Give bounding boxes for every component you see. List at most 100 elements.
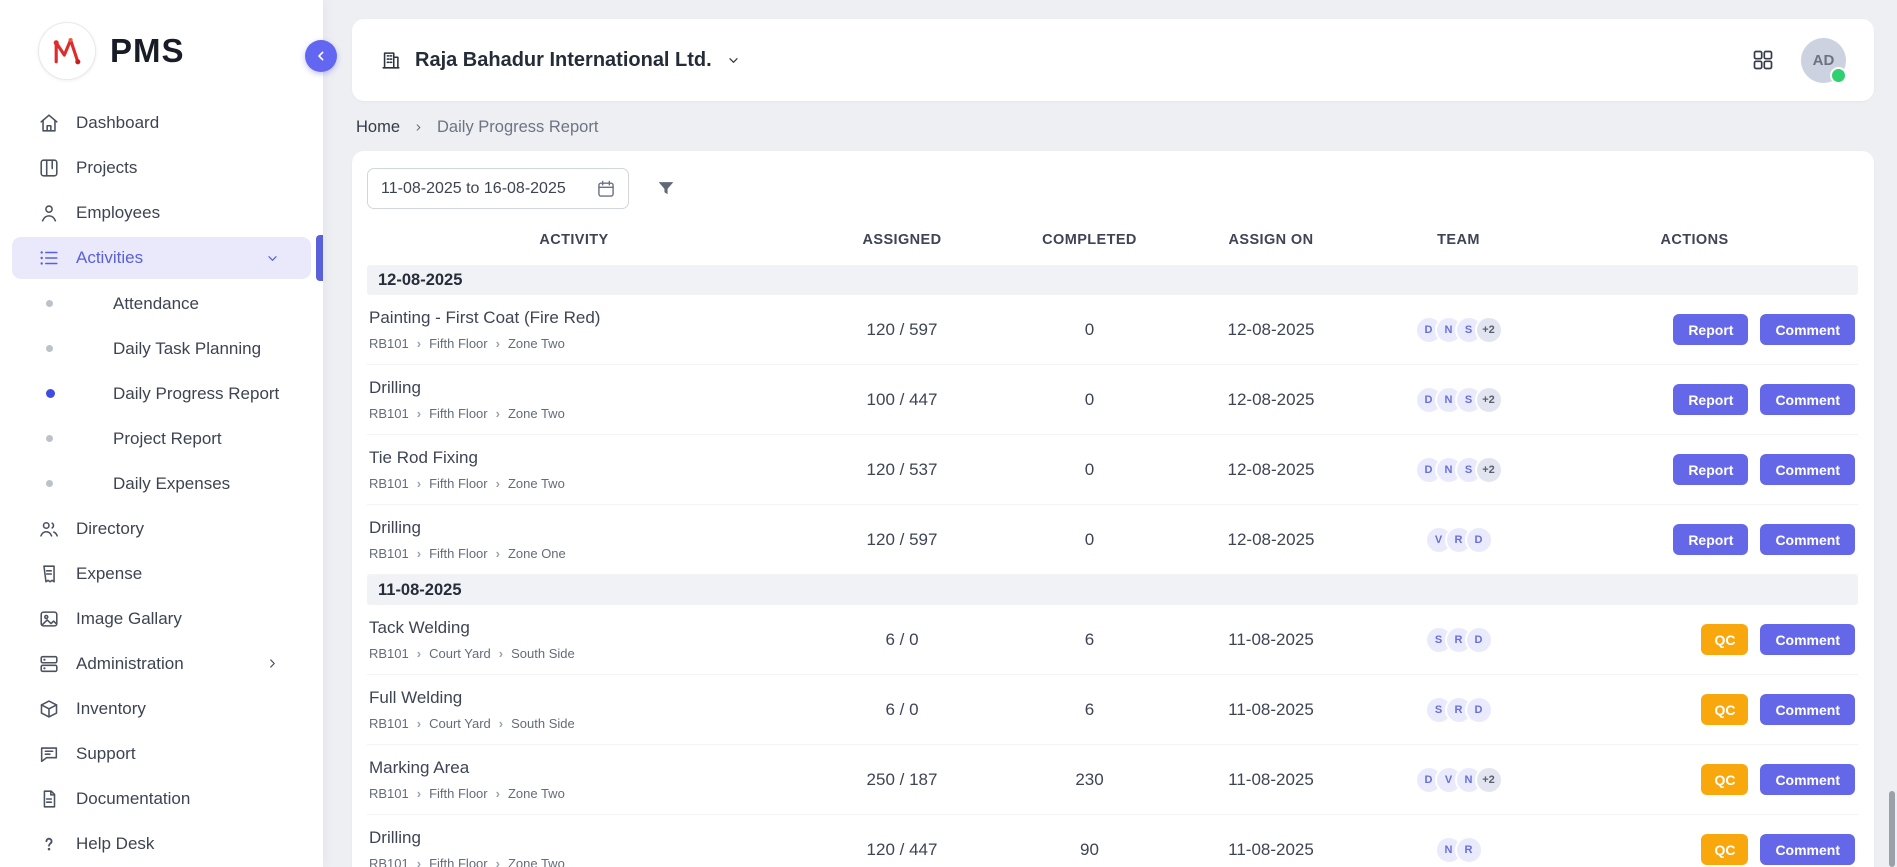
activity-cell: Marking AreaRB101›Fifth Floor›Zone Two <box>367 758 781 801</box>
sidebar-item-label: Help Desk <box>76 834 297 854</box>
activity-cell: Full WeldingRB101›Court Yard›South Side <box>367 688 781 731</box>
company-name: Raja Bahadur International Ltd. <box>415 49 712 72</box>
report-button[interactable]: Report <box>1673 524 1748 555</box>
path-separator-icon: › <box>496 337 500 350</box>
path-separator-icon: › <box>499 717 503 730</box>
company-selector[interactable]: Raja Bahadur International Ltd. <box>380 49 742 72</box>
breadcrumb-current: Daily Progress Report <box>437 118 598 137</box>
path-segment: Fifth Floor <box>429 856 488 867</box>
activity-title: Drilling <box>369 828 781 848</box>
sidebar-item-expense[interactable]: Expense <box>12 551 311 596</box>
path-segment: Fifth Floor <box>429 546 488 561</box>
activity-path: RB101›Fifth Floor›Zone Two <box>369 786 781 801</box>
team-avatar-chip: D <box>1465 626 1493 654</box>
support-icon <box>38 743 60 765</box>
sidebar-item-label: Projects <box>76 158 297 178</box>
completed-value: 0 <box>1023 390 1156 410</box>
sidebar: PMS Dashboard Projects Employees Activities… <box>0 0 323 867</box>
bullet-icon <box>46 435 53 442</box>
assign-on-value: 11-08-2025 <box>1156 700 1386 720</box>
sidebar-item-directory[interactable]: Directory <box>12 506 311 551</box>
comment-button[interactable]: Comment <box>1760 624 1855 655</box>
path-segment: Zone Two <box>508 856 565 867</box>
app-title: PMS <box>110 32 185 70</box>
activity-path: RB101›Court Yard›South Side <box>369 716 781 731</box>
comment-button[interactable]: Comment <box>1760 694 1855 725</box>
comment-button[interactable]: Comment <box>1760 834 1855 865</box>
assign-on-value: 12-08-2025 <box>1156 320 1386 340</box>
qc-button[interactable]: QC <box>1701 694 1748 725</box>
sidebar-item-activities[interactable]: Activities <box>12 237 311 279</box>
path-separator-icon: › <box>417 647 421 660</box>
qc-button[interactable]: QC <box>1701 834 1748 865</box>
sidebar-subitem-label: Daily Progress Report <box>113 384 279 404</box>
building-icon <box>380 49 402 71</box>
path-separator-icon: › <box>417 337 421 350</box>
user-avatar[interactable]: AD <box>1801 38 1846 83</box>
comment-button[interactable]: Comment <box>1760 314 1855 345</box>
sidebar-item-help-desk[interactable]: Help Desk <box>12 821 311 866</box>
path-segment: RB101 <box>369 786 409 801</box>
topbar: Raja Bahadur International Ltd. AD <box>352 19 1874 101</box>
sidebar-subitem-attendance[interactable]: Attendance <box>12 281 311 326</box>
topbar-actions: AD <box>1751 38 1846 83</box>
breadcrumb-home[interactable]: Home <box>356 118 400 137</box>
sidebar-item-documentation[interactable]: Documentation <box>12 776 311 821</box>
path-segment: Court Yard <box>429 646 491 661</box>
sidebar-subitem-project-report[interactable]: Project Report <box>12 416 311 461</box>
date-range-input[interactable]: 11-08-2025 to 16-08-2025 <box>367 168 629 209</box>
qc-button[interactable]: QC <box>1701 624 1748 655</box>
sidebar-item-support[interactable]: Support <box>12 731 311 776</box>
sidebar-item-inventory[interactable]: Inventory <box>12 686 311 731</box>
assigned-value: 250 / 187 <box>781 770 1023 790</box>
sidebar-item-administration[interactable]: Administration <box>12 641 311 686</box>
bullet-icon <box>46 480 53 487</box>
scrollbar-thumb[interactable] <box>1889 791 1895 867</box>
team-avatars: DNS+2 <box>1386 316 1531 344</box>
activity-title: Painting - First Coat (Fire Red) <box>369 308 781 328</box>
assigned-value: 6 / 0 <box>781 630 1023 650</box>
sidebar-subitem-daily-expenses[interactable]: Daily Expenses <box>12 461 311 506</box>
path-separator-icon: › <box>417 477 421 490</box>
comment-button[interactable]: Comment <box>1760 524 1855 555</box>
completed-value: 230 <box>1023 770 1156 790</box>
brand-logo-icon <box>38 22 96 80</box>
administration-icon <box>38 653 60 675</box>
sidebar-item-employees[interactable]: Employees <box>12 190 311 235</box>
actions-cell: Report Comment <box>1531 524 1858 555</box>
chevron-right-icon <box>264 655 281 672</box>
activity-path: RB101›Fifth Floor›Zone Two <box>369 406 781 421</box>
path-segment: Court Yard <box>429 716 491 731</box>
report-button[interactable]: Report <box>1673 314 1748 345</box>
comment-button[interactable]: Comment <box>1760 764 1855 795</box>
sidebar-subitem-daily-progress-report[interactable]: Daily Progress Report <box>12 371 311 416</box>
sidebar-collapse-button[interactable] <box>305 40 337 72</box>
assign-on-value: 12-08-2025 <box>1156 530 1386 550</box>
table-row: DrillingRB101›Fifth Floor›Zone Two120 / … <box>367 815 1858 867</box>
sidebar-item-projects[interactable]: Projects <box>12 145 311 190</box>
sidebar-item-dashboard[interactable]: Dashboard <box>12 100 311 145</box>
qc-button[interactable]: QC <box>1701 764 1748 795</box>
activity-cell: DrillingRB101›Fifth Floor›Zone Two <box>367 378 781 421</box>
column-header-activity: ACTIVITY <box>367 232 781 248</box>
table-row: Painting - First Coat (Fire Red)RB101›Fi… <box>367 295 1858 365</box>
sidebar-item-label: Activities <box>76 248 264 268</box>
apps-grid-button[interactable] <box>1751 48 1775 72</box>
table-row: Marking AreaRB101›Fifth Floor›Zone Two25… <box>367 745 1858 815</box>
bullet-icon <box>46 389 55 398</box>
actions-cell: QC Comment <box>1531 624 1858 655</box>
sidebar-item-label: Dashboard <box>76 113 297 133</box>
assign-on-value: 11-08-2025 <box>1156 630 1386 650</box>
comment-button[interactable]: Comment <box>1760 384 1855 415</box>
path-separator-icon: › <box>417 857 421 867</box>
path-segment: Zone Two <box>508 406 565 421</box>
sidebar-item-label: Image Gallary <box>76 609 297 629</box>
sidebar-item-image-gallary[interactable]: Image Gallary <box>12 596 311 641</box>
sidebar-subitem-daily-task-planning[interactable]: Daily Task Planning <box>12 326 311 371</box>
comment-button[interactable]: Comment <box>1760 454 1855 485</box>
report-button[interactable]: Report <box>1673 384 1748 415</box>
activity-path: RB101›Fifth Floor›Zone One <box>369 546 781 561</box>
filter-button[interactable] <box>655 178 677 200</box>
assigned-value: 120 / 597 <box>781 530 1023 550</box>
report-button[interactable]: Report <box>1673 454 1748 485</box>
